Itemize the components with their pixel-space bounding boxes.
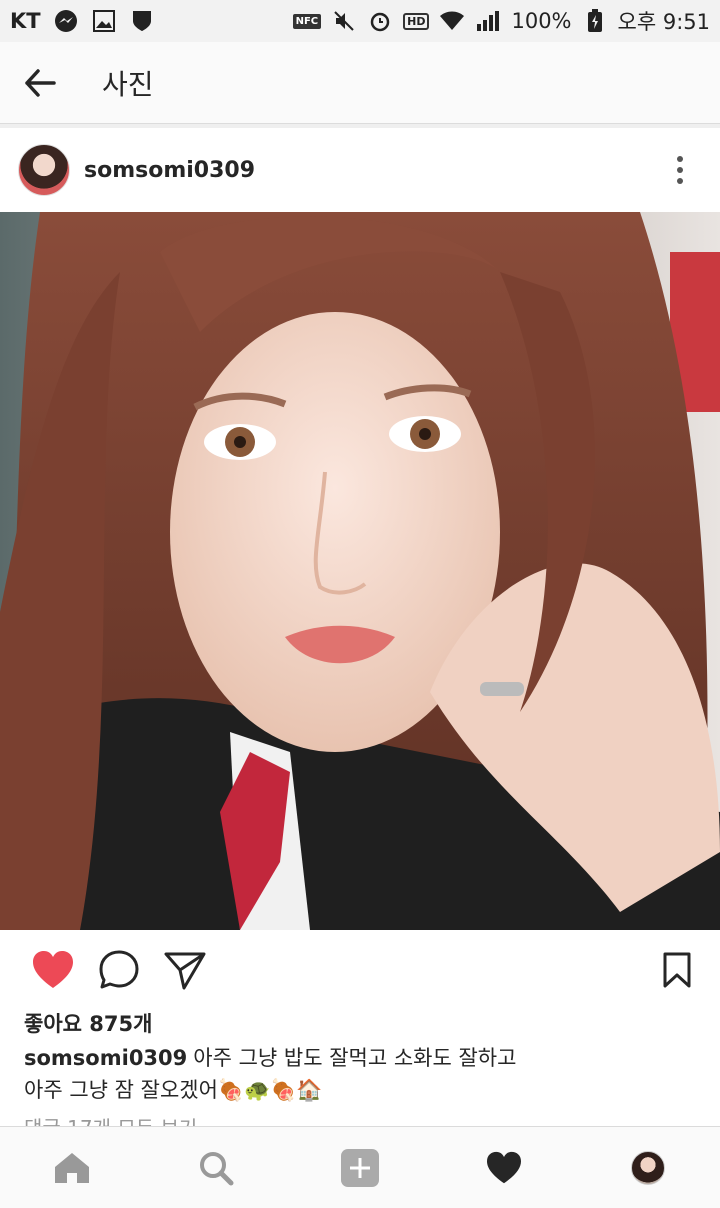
status-bar: KT NFC HD 100% 오후 9:51 bbox=[0, 0, 720, 42]
search-icon bbox=[200, 1151, 234, 1185]
nav-profile[interactable] bbox=[608, 1128, 688, 1208]
comment-bubble-icon bbox=[99, 950, 139, 989]
add-icon bbox=[341, 1148, 379, 1187]
heart-filled-icon bbox=[487, 1151, 521, 1183]
bottom-nav bbox=[0, 1126, 720, 1208]
post-photo[interactable] bbox=[0, 212, 720, 930]
post-actions bbox=[0, 930, 720, 1010]
nav-search[interactable] bbox=[176, 1128, 256, 1208]
profile-avatar bbox=[631, 1150, 665, 1185]
nav-home[interactable] bbox=[32, 1128, 112, 1208]
app-bar: 사진 bbox=[0, 42, 720, 124]
caption-username[interactable]: somsomi0309 bbox=[24, 1046, 187, 1070]
battery-icon bbox=[582, 8, 608, 34]
hd-icon: HD bbox=[403, 12, 430, 30]
caption-line-2: 아주 그냥 잠 잘오겠어🍖🐢🍖🏠 bbox=[24, 1078, 323, 1102]
comment-button[interactable] bbox=[86, 937, 152, 1003]
share-button[interactable] bbox=[152, 937, 218, 1003]
wifi-icon bbox=[439, 8, 465, 34]
nfc-icon: NFC bbox=[292, 13, 322, 29]
more-options-button[interactable] bbox=[640, 140, 720, 200]
save-button[interactable] bbox=[644, 937, 710, 1003]
back-button[interactable] bbox=[0, 42, 80, 124]
page-title: 사진 bbox=[102, 67, 154, 101]
arrow-left-icon bbox=[25, 68, 56, 97]
avatar[interactable] bbox=[18, 144, 70, 196]
more-vertical-icon bbox=[677, 156, 683, 184]
paper-plane-icon bbox=[164, 952, 206, 990]
post-header: somsomi0309 bbox=[0, 124, 720, 212]
likes-count[interactable]: 좋아요 875개 bbox=[24, 1008, 152, 1038]
home-icon bbox=[55, 1152, 89, 1183]
messenger-icon bbox=[53, 8, 79, 34]
carrier-label: KT bbox=[10, 9, 41, 33]
mute-icon bbox=[331, 8, 357, 34]
caption-line-1: 아주 그냥 밥도 잘먹고 소화도 잘하고 bbox=[193, 1046, 517, 1070]
battery-percent: 100% bbox=[511, 9, 572, 33]
shield-icon bbox=[129, 8, 155, 34]
heart-icon bbox=[33, 951, 73, 988]
post-caption: somsomi0309 아주 그냥 밥도 잘먹고 소화도 잘하고 아주 그냥 잠 … bbox=[24, 1042, 704, 1106]
selfie-image bbox=[0, 212, 720, 930]
nav-add[interactable] bbox=[320, 1128, 400, 1208]
clock: 오후 9:51 bbox=[617, 10, 710, 34]
view-comments-link[interactable]: 댓글 17개 모두 보기 bbox=[24, 1112, 197, 1126]
like-button[interactable] bbox=[20, 937, 86, 1003]
signal-icon bbox=[475, 8, 501, 34]
alarm-icon bbox=[367, 8, 393, 34]
gallery-icon bbox=[91, 8, 117, 34]
post-username[interactable]: somsomi0309 bbox=[84, 158, 255, 183]
bookmark-icon bbox=[663, 952, 691, 988]
nav-activity[interactable] bbox=[464, 1128, 544, 1208]
